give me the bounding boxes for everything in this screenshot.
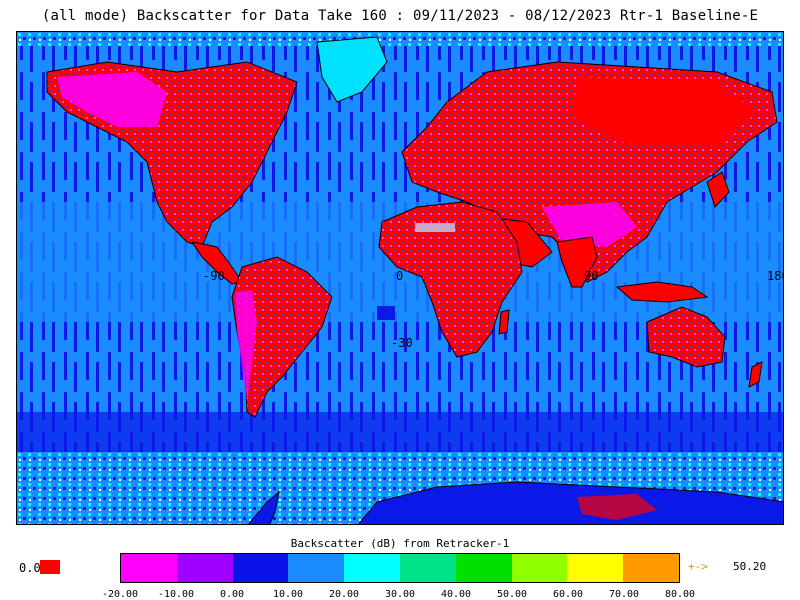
sahara-no-data [415, 223, 455, 232]
colorbar-segment [121, 554, 177, 582]
colorbar-segment [288, 554, 345, 582]
colorbar-segment [623, 554, 679, 582]
colorbar-segment [344, 554, 400, 582]
arctic-sea-ice [17, 32, 783, 46]
no-data-label: 0.0 [19, 561, 41, 575]
colorbar-tick-label: 60.00 [552, 589, 584, 600]
max-value-arrow: +-> [688, 560, 708, 573]
colorbar-segment [567, 554, 624, 582]
colorbar-tick-label: 0.00 [219, 589, 245, 600]
madagascar [498, 309, 510, 335]
colorbar-segment [176, 554, 233, 582]
colorbar-tick-label: 20.00 [328, 589, 360, 600]
colorbar-segment [399, 554, 456, 582]
colorbar-segment [455, 554, 512, 582]
world-map: -90 0 90 180 -30 [16, 31, 784, 525]
gulf-of-guinea-patch [377, 306, 395, 320]
colorbar-title: Backscatter (dB) from Retracker-1 [290, 537, 510, 550]
colorbar-segment [511, 554, 568, 582]
colorbar-tick-label: 10.00 [272, 589, 304, 600]
lon-label-90: 90 [584, 269, 599, 283]
colorbar-tick-label: 40.00 [440, 589, 472, 600]
ocean-southern-band [17, 412, 783, 452]
lon-label-0: 0 [396, 269, 404, 283]
map-title: (all mode) Backscatter for Data Take 160… [41, 8, 759, 24]
lat-label-minus30: -30 [391, 336, 413, 350]
lon-label-minus90: -90 [203, 269, 225, 283]
colorbar-segment [232, 554, 289, 582]
colorbar-tick-label: -20.00 [101, 589, 139, 600]
colorbar [120, 553, 680, 583]
no-data-swatch [40, 560, 60, 574]
max-value: 50.20 [733, 560, 767, 573]
colorbar-tick-label: -10.00 [157, 589, 195, 600]
colorbar-tick-label: 50.00 [496, 589, 528, 600]
colorbar-tick-label: 70.00 [608, 589, 640, 600]
lon-label-180: 180 [767, 269, 783, 283]
colorbar-tick-label: 30.00 [384, 589, 416, 600]
colorbar-tick-label: 80.00 [664, 589, 696, 600]
